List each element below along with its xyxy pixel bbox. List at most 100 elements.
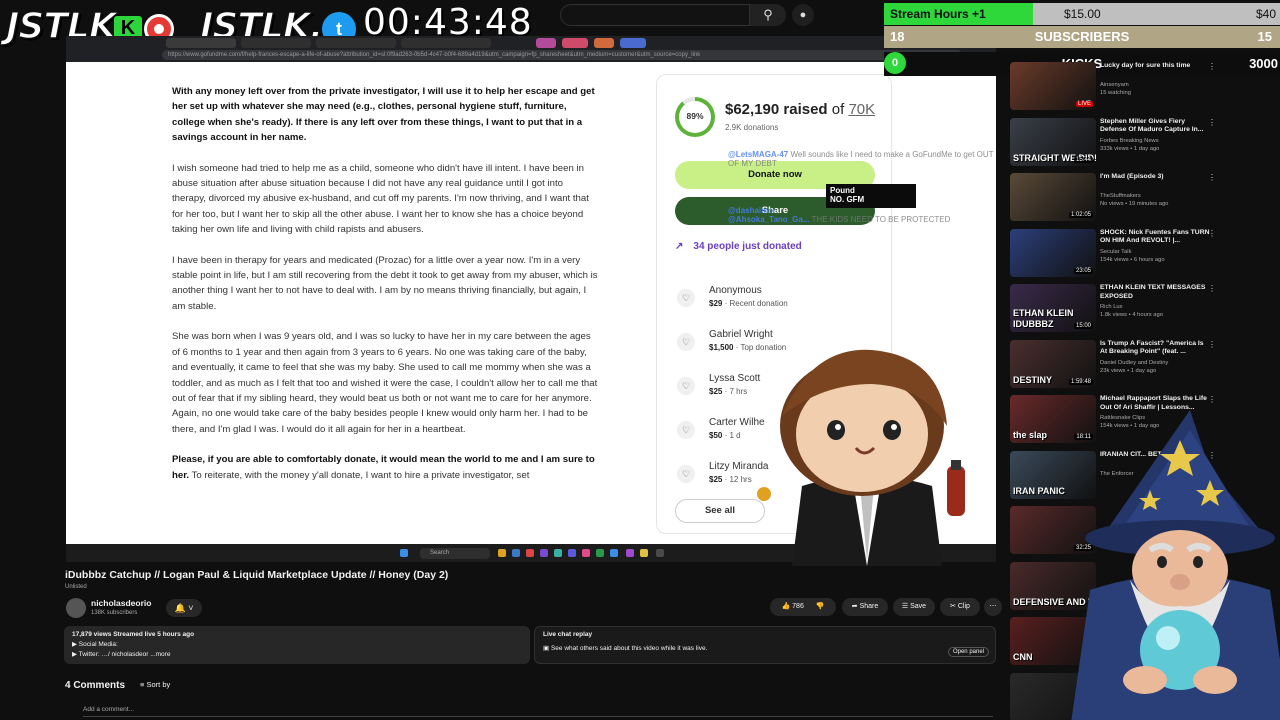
donor-note: 7 hrs <box>729 387 748 396</box>
description-box[interactable]: 17,879 views Streamed live 5 hours ago ▶… <box>64 626 530 664</box>
donation-alert: Pound NO. GFM <box>826 184 916 208</box>
more-vert-icon[interactable]: ⋮ <box>1208 395 1216 404</box>
more-vert-icon[interactable]: ⋮ <box>1208 118 1216 127</box>
like-count: 786 <box>792 603 804 610</box>
app-icon[interactable] <box>512 549 520 557</box>
taskbar-search[interactable]: Search <box>420 548 490 559</box>
goal-label: Stream Hours +1 <box>890 7 986 21</box>
add-comment-input[interactable]: Add a comment... <box>83 706 134 713</box>
channel-name[interactable]: nicholasdeorio <box>91 598 151 608</box>
cartoon-avatar-sticker <box>757 349 965 566</box>
sidebar-video[interactable]: 1:02:05 I'm Mad (Episode 3) TheStuffmakers… <box>1010 173 1280 225</box>
voice-search-button[interactable]: ● <box>792 4 814 26</box>
comments-count: 4 Comments <box>65 680 126 691</box>
app-icon[interactable] <box>640 549 648 557</box>
sidebar-video[interactable]: LIVE Lucky day for sure this time Ainsenya… <box>1010 62 1280 114</box>
more-vert-icon[interactable]: ⋮ <box>1208 340 1216 349</box>
video-thumbnail[interactable]: IDUBBBZ ETHAN KLEIN 15:00 <box>1010 284 1096 332</box>
browser-tab[interactable] <box>594 38 614 48</box>
browser-tab[interactable] <box>166 38 236 48</box>
sidebar-video-title[interactable]: Stephen Miller Gives Fiery Defense Of Ma… <box>1100 118 1212 135</box>
app-icon[interactable] <box>596 549 604 557</box>
browser-tab[interactable] <box>620 38 646 48</box>
browser-tab[interactable] <box>401 38 491 48</box>
story-paragraph: I wish someone had tried to help me as a… <box>172 162 589 236</box>
video-title: iDubbbz Catchup // Logan Paul & Liquid M… <box>65 569 449 581</box>
more-actions-button[interactable]: ⋯ <box>984 598 1002 616</box>
story-paragraph: With any money left over from the privat… <box>172 86 595 144</box>
sidebar-video-title[interactable]: SHOCK: Nick Fuentes Fans TURN ON HIM And… <box>1100 229 1212 246</box>
video-thumbnail[interactable]: 23:05 <box>1010 228 1096 277</box>
sidebar-video-title[interactable]: ETHAN KLEIN TEXT MESSAGES EXPOSED <box>1100 284 1212 301</box>
visibility-badge: Unlisted <box>65 584 87 590</box>
like-icon: 👍 <box>781 603 791 610</box>
sidebar-video-title[interactable]: I'm Mad (Episode 3) <box>1100 173 1212 182</box>
sidebar-video-channel[interactable]: Secular Talk <box>1100 249 1212 255</box>
sidebar-video-channel[interactable]: Ainsenyam <box>1100 82 1212 88</box>
browser-tab[interactable] <box>241 38 311 48</box>
sidebar-video-title[interactable]: Is Trump A Fascist? "America Is At Break… <box>1100 340 1212 357</box>
story-paragraph: I have been in therapy for years and med… <box>172 254 598 312</box>
story-paragraph: Please, if you are able to comfortably d… <box>172 452 598 483</box>
browser-tab[interactable] <box>316 38 396 48</box>
sidebar-video[interactable]: STRAIGHT WE DID! 15:44 Stephen Miller Give… <box>1010 117 1280 170</box>
save-button[interactable]: ☰ Save <box>893 598 935 616</box>
channel-avatar[interactable] <box>66 598 86 618</box>
description-line: ▶ Social Media: <box>72 641 118 648</box>
more-vert-icon[interactable]: ⋮ <box>1208 284 1216 293</box>
windows-start-icon[interactable] <box>400 549 408 557</box>
sidebar-video-channel[interactable]: Rich Lux <box>1100 304 1212 310</box>
heart-icon: ♡ <box>677 333 695 351</box>
search-input[interactable] <box>560 4 750 26</box>
open-panel-button[interactable]: Open panel <box>947 647 989 657</box>
goal-target: $40 <box>1255 7 1276 21</box>
app-icon[interactable] <box>656 549 664 557</box>
chrome-icon[interactable] <box>526 549 534 557</box>
save-icon: ☰ <box>901 603 909 610</box>
sidebar-video[interactable]: IDUBBBZ ETHAN KLEIN 15:00 ETHAN KLEIN TEXT … <box>1010 284 1280 336</box>
share-button[interactable]: ➦ Share <box>842 598 888 616</box>
thumbnail-text: the slap <box>1013 430 1048 440</box>
video-duration: 15:44 <box>1073 156 1093 163</box>
app-icon[interactable] <box>554 549 562 557</box>
video-thumbnail[interactable]: DESTINY 1:59:48 <box>1010 339 1096 388</box>
browser-tab[interactable] <box>536 38 556 48</box>
sidebar-video[interactable]: DESTINY 1:59:48 Is Trump A Fascist? "Ameri… <box>1010 339 1280 392</box>
notification-bell-button[interactable]: 🔔 ˅ <box>166 599 202 617</box>
search-button[interactable]: ⚲ <box>750 4 786 26</box>
recent-donors-count: ↗ 34 people just donated <box>675 241 802 252</box>
alert-line: NO. GFM <box>830 195 865 204</box>
sidebar-video-title[interactable]: Lucky day for sure this time <box>1100 62 1212 71</box>
app-icon[interactable] <box>540 549 548 557</box>
clip-button[interactable]: ✂ Clip <box>940 598 980 616</box>
sidebar-video-meta: No views • 19 minutes ago <box>1100 201 1169 207</box>
app-icon[interactable] <box>610 549 618 557</box>
stream-screen: ⚲ ● JSTLK K JSTLK. t 00:43:48 https://ww… <box>0 0 1280 720</box>
trending-icon: ↗ <box>675 241 684 252</box>
dislike-icon: 👎 <box>815 603 825 610</box>
like-dislike-group[interactable]: 👍 786 👎 <box>770 598 836 616</box>
video-thumbnail[interactable]: LIVE <box>1010 62 1096 110</box>
video-thumbnail[interactable]: 1:02:05 <box>1010 173 1096 221</box>
chat-message: @LetsMAGA-47 Well sounds like I need to … <box>728 150 998 168</box>
more-vert-icon[interactable]: ⋮ <box>1208 173 1216 182</box>
folder-icon[interactable] <box>498 549 506 557</box>
more-vert-icon[interactable]: ⋮ <box>1208 229 1216 238</box>
sidebar-video[interactable]: 23:05 SHOCK: Nick Fuentes Fans TURN ON HI… <box>1010 228 1280 281</box>
video-thumbnail[interactable]: STRAIGHT WE DID! 15:44 <box>1010 117 1096 166</box>
sidebar-video-channel[interactable]: Forbes Breaking News <box>1100 138 1212 144</box>
app-icon[interactable] <box>582 549 590 557</box>
browser-tab[interactable] <box>562 38 588 48</box>
video-duration: 23:05 <box>1073 267 1093 274</box>
sort-comments-button[interactable]: ≡ Sort by <box>140 680 170 689</box>
address-bar[interactable]: https://www.gofundme.com/f/help-frances-… <box>162 50 962 60</box>
sidebar-video-channel[interactable]: TheStuffmakers <box>1100 193 1212 199</box>
goal-amount: 70K <box>848 101 876 118</box>
sidebar-video-channel[interactable]: Daniel Dudley and Destiny <box>1100 360 1212 366</box>
comment-underline <box>83 716 993 717</box>
chevron-down-icon: ˅ <box>188 603 194 613</box>
app-icon[interactable] <box>568 549 576 557</box>
app-icon[interactable] <box>626 549 634 557</box>
goal-current: $15.00 <box>1064 7 1101 21</box>
more-vert-icon[interactable]: ⋮ <box>1208 62 1216 71</box>
